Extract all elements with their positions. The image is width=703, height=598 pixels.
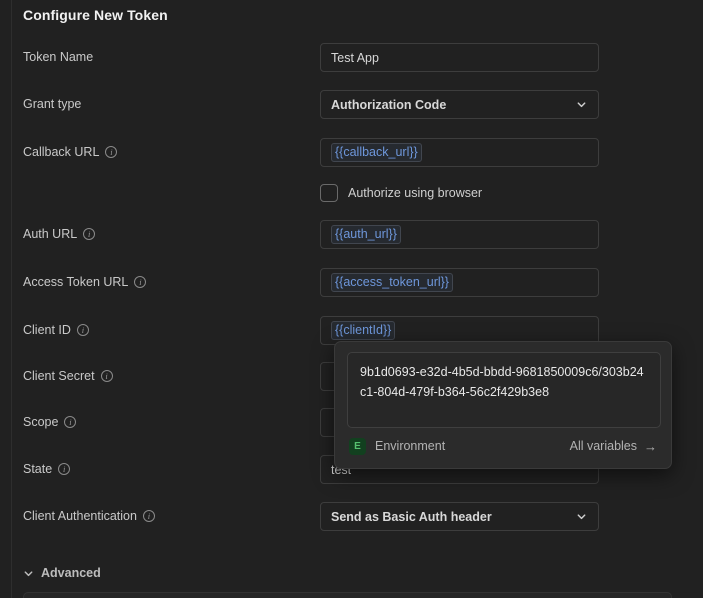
field-label-text: Client ID bbox=[23, 323, 71, 337]
field-label-text: Auth URL bbox=[23, 227, 78, 241]
info-circle-icon[interactable]: i bbox=[83, 228, 96, 240]
chevron-down-icon[interactable] bbox=[576, 99, 587, 110]
field-value: Test App bbox=[331, 50, 379, 65]
field-value: Send as Basic Auth header bbox=[331, 509, 492, 524]
panel-title: Configure New Token bbox=[23, 7, 168, 23]
field-label-text: State bbox=[23, 462, 53, 476]
authorize-using-browser-row[interactable]: Authorize using browser bbox=[320, 184, 482, 202]
field-label: Auth URL i bbox=[23, 227, 96, 241]
variable-chip: {{auth_url}} bbox=[331, 225, 401, 244]
info-circle-icon[interactable]: i bbox=[76, 324, 89, 336]
field-input[interactable]: {{auth_url}} bbox=[320, 220, 599, 249]
panel-left-divider bbox=[11, 0, 12, 598]
chevron-down-icon bbox=[23, 568, 34, 579]
field-label: Client ID i bbox=[23, 323, 89, 337]
info-circle-icon[interactable]: i bbox=[64, 416, 77, 428]
all-variables-label: All variables bbox=[569, 439, 637, 453]
variable-value-text: 9b1d0693-e32d-4b5d-bbdd-9681850009c6/303… bbox=[347, 352, 661, 428]
authorize-using-browser-label: Authorize using browser bbox=[348, 186, 483, 200]
info-circle-icon[interactable]: i bbox=[58, 463, 71, 475]
field-input[interactable]: Test App bbox=[320, 43, 599, 72]
variable-value-tooltip: 9b1d0693-e32d-4b5d-bbdd-9681850009c6/303… bbox=[334, 341, 672, 469]
environment-badge-icon: E bbox=[349, 437, 366, 455]
field-label-text: Token Name bbox=[23, 50, 94, 64]
field-label: Callback URL i bbox=[23, 145, 118, 159]
all-variables-link[interactable]: All variables → bbox=[570, 439, 657, 453]
field-label-text: Scope bbox=[23, 415, 59, 429]
variable-tooltip-footer: E Environment All variables → bbox=[347, 431, 659, 461]
field-label: Scope i bbox=[23, 415, 77, 429]
field-select[interactable]: Send as Basic Auth header bbox=[320, 502, 599, 531]
advanced-label: Advanced bbox=[41, 566, 101, 580]
info-circle-icon[interactable]: i bbox=[100, 370, 113, 382]
variable-scope: E Environment bbox=[349, 437, 446, 455]
advanced-params-panel bbox=[23, 592, 672, 598]
field-value: Authorization Code bbox=[331, 97, 447, 112]
field-input[interactable]: {{callback_url}} bbox=[320, 138, 599, 167]
variable-chip: {{callback_url}} bbox=[331, 143, 422, 162]
configure-new-token-panel: Configure New Token Token Name Test App Gr… bbox=[0, 0, 703, 598]
arrow-right-icon: → bbox=[644, 438, 657, 454]
field-label: Client Secret i bbox=[23, 369, 113, 383]
field-label: Grant type bbox=[23, 97, 81, 111]
field-label-text: Access Token URL bbox=[23, 275, 129, 289]
info-circle-icon[interactable]: i bbox=[134, 276, 147, 288]
field-label: Token Name bbox=[23, 50, 93, 64]
field-input[interactable]: {{access_token_url}} bbox=[320, 268, 599, 297]
field-label-text: Client Authentication bbox=[23, 509, 137, 523]
variable-scope-label: Environment bbox=[375, 439, 446, 453]
field-label-text: Grant type bbox=[23, 97, 82, 111]
chevron-down-icon[interactable] bbox=[576, 511, 587, 522]
field-label: Client Authentication i bbox=[23, 509, 155, 523]
field-label-text: Client Secret bbox=[23, 369, 95, 383]
variable-chip: {{clientId}} bbox=[331, 321, 396, 340]
field-label: State i bbox=[23, 462, 71, 476]
info-circle-icon[interactable]: i bbox=[142, 510, 155, 522]
info-circle-icon[interactable]: i bbox=[105, 146, 118, 158]
field-label: Access Token URL i bbox=[23, 275, 147, 289]
authorize-using-browser-checkbox[interactable] bbox=[320, 184, 338, 202]
variable-chip: {{access_token_url}} bbox=[331, 273, 453, 292]
field-label-text: Callback URL bbox=[23, 145, 100, 159]
advanced-section-toggle[interactable]: Advanced bbox=[23, 566, 101, 580]
field-select[interactable]: Authorization Code bbox=[320, 90, 599, 119]
